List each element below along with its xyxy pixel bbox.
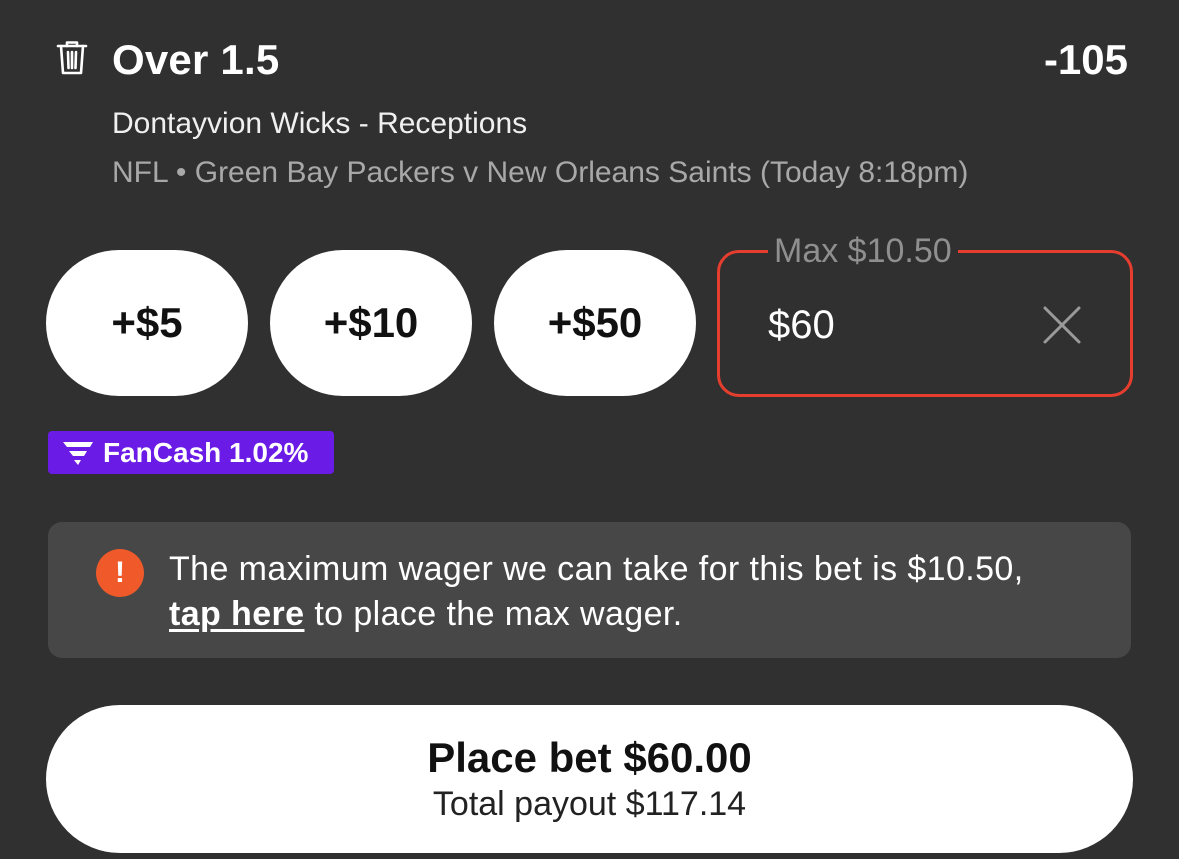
- quick-stake-50-button[interactable]: +$50: [494, 250, 696, 396]
- wager-input[interactable]: Max $10.50 $60: [717, 228, 1133, 397]
- total-payout: Total payout $117.14: [432, 785, 747, 823]
- market-name: Dontayvion Wicks - Receptions: [112, 107, 528, 140]
- fancash-badge: FanCash 1.02%: [48, 431, 334, 474]
- max-wager-label: Max $10.50: [768, 228, 958, 274]
- quick-stake-5-button[interactable]: +$5: [46, 250, 248, 396]
- notice-text: The maximum wager we can take for this b…: [169, 547, 1069, 637]
- event-info: NFL • Green Bay Packers v New Orleans Sa…: [112, 156, 969, 189]
- place-bet-label: Place bet $60.00: [427, 734, 752, 781]
- wager-value[interactable]: $60: [768, 301, 835, 349]
- place-bet-button[interactable]: Place bet $60.00 Total payout $117.14: [46, 705, 1133, 853]
- notice-text-before: The maximum wager we can take for this b…: [169, 550, 1024, 588]
- max-wager-notice: ! The maximum wager we can take for this…: [48, 522, 1131, 658]
- tap-here-link[interactable]: tap here: [169, 595, 304, 633]
- fancash-label: FanCash 1.02%: [103, 437, 309, 468]
- fancash-logo-icon: [63, 441, 93, 465]
- selection-title: Over 1.5: [112, 36, 280, 83]
- quick-stake-10-button[interactable]: +$10: [270, 250, 472, 396]
- clear-icon[interactable]: [1042, 305, 1082, 345]
- odds-value: -105: [1043, 36, 1128, 83]
- notice-text-after: to place the max wager.: [314, 595, 683, 633]
- alert-icon: !: [96, 549, 144, 597]
- trash-icon[interactable]: [56, 40, 88, 76]
